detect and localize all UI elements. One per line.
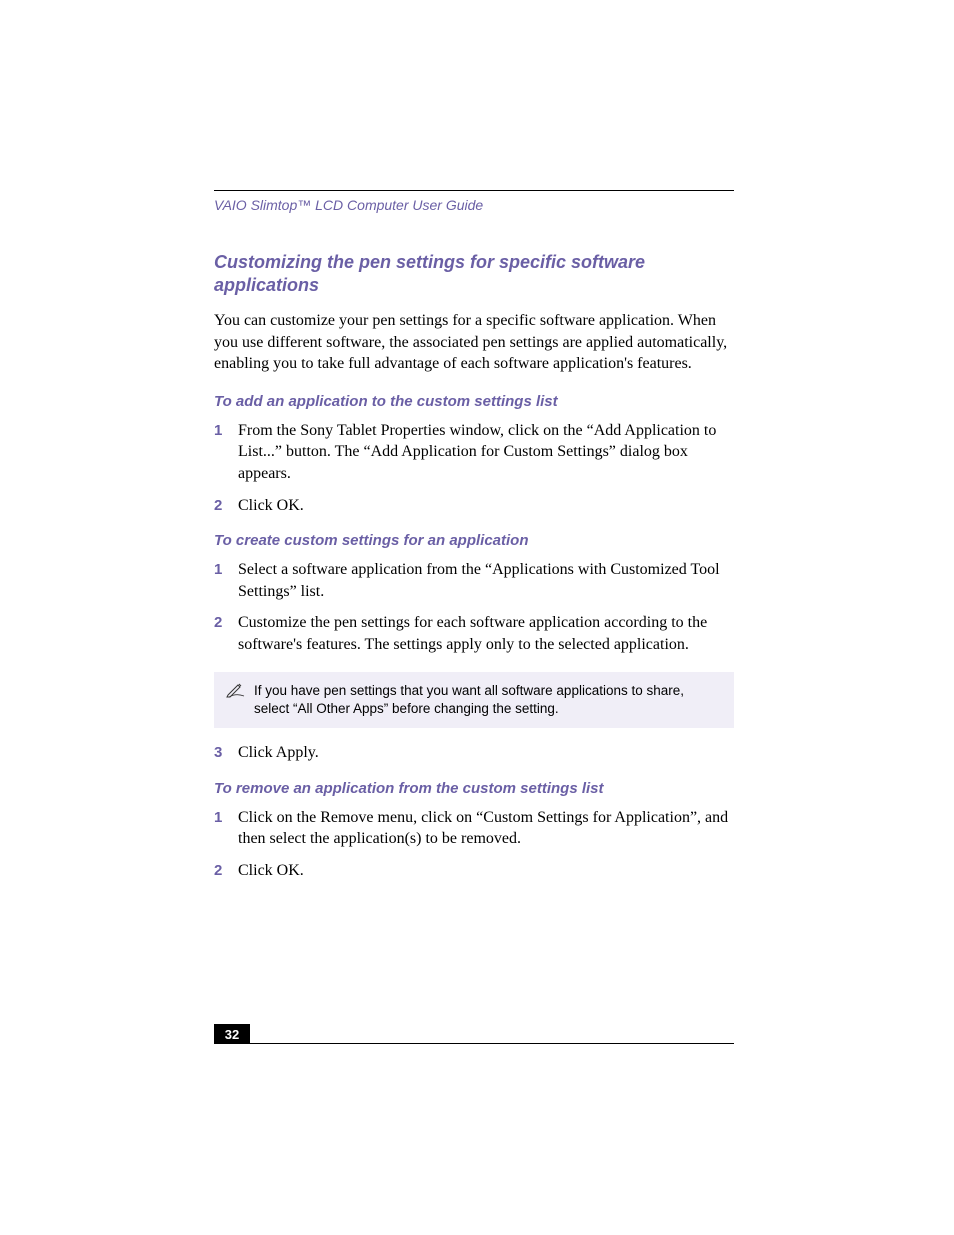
- list-item: 2 Customize the pen settings for each so…: [214, 612, 734, 655]
- list-item: 3 Click Apply.: [214, 742, 734, 764]
- note-text: If you have pen settings that you want a…: [254, 682, 722, 718]
- step-text: Customize the pen settings for each soft…: [238, 612, 734, 655]
- list-item: 2 Click OK.: [214, 860, 734, 882]
- document-page: VAIO Slimtop™ LCD Computer User Guide Cu…: [0, 0, 954, 1235]
- subheading-remove: To remove an application from the custom…: [214, 780, 734, 797]
- intro-paragraph: You can customize your pen settings for …: [214, 310, 734, 375]
- guide-title: VAIO Slimtop™ LCD Computer User Guide: [214, 197, 734, 213]
- subheading-create: To create custom settings for an applica…: [214, 532, 734, 549]
- subheading-add: To add an application to the custom sett…: [214, 393, 734, 410]
- step-text: Click Apply.: [238, 742, 734, 764]
- list-item: 1 From the Sony Tablet Properties window…: [214, 420, 734, 485]
- list-item: 2 Click OK.: [214, 495, 734, 517]
- step-number: 1: [214, 559, 238, 580]
- step-number: 1: [214, 807, 238, 828]
- step-number: 3: [214, 742, 238, 763]
- footer-bar: 32: [214, 1024, 734, 1044]
- pencil-note-icon: [226, 682, 248, 698]
- footer-rule: [250, 1043, 734, 1044]
- step-text: From the Sony Tablet Properties window, …: [238, 420, 734, 485]
- list-item: 1 Select a software application from the…: [214, 559, 734, 602]
- header-rule: [214, 190, 734, 191]
- step-text: Click on the Remove menu, click on “Cust…: [238, 807, 734, 850]
- section-heading: Customizing the pen settings for specifi…: [214, 251, 734, 296]
- step-text: Click OK.: [238, 495, 734, 517]
- step-text: Click OK.: [238, 860, 734, 882]
- step-number: 2: [214, 612, 238, 633]
- step-number: 1: [214, 420, 238, 441]
- step-text: Select a software application from the “…: [238, 559, 734, 602]
- page-footer: 32: [214, 1024, 734, 1044]
- step-number: 2: [214, 860, 238, 881]
- step-number: 2: [214, 495, 238, 516]
- page-number: 32: [214, 1024, 250, 1044]
- note-box: If you have pen settings that you want a…: [214, 672, 734, 728]
- list-item: 1 Click on the Remove menu, click on “Cu…: [214, 807, 734, 850]
